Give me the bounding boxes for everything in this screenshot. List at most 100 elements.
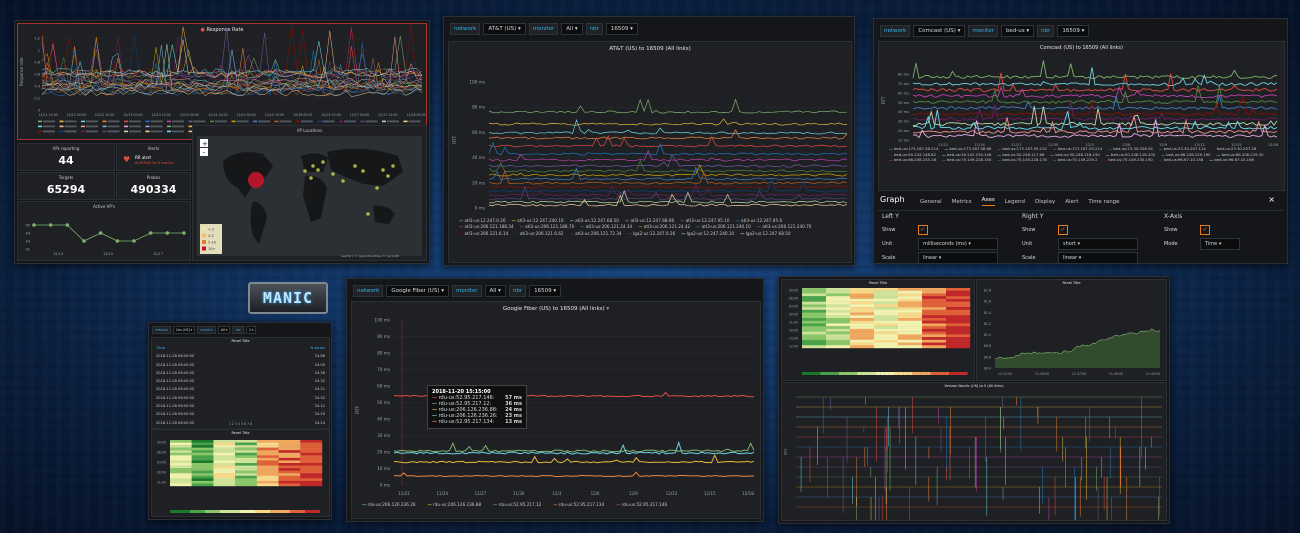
legend-item[interactable]: — bed-us:50.248.118.190 (1050, 152, 1099, 157)
legend-item[interactable]: — bed-us:23.30.207.26 (1212, 146, 1257, 151)
world-map[interactable]: + - < 2 2-5 5-10 10+ Leaflet | © OpenStreet… (193, 126, 426, 260)
legend-entry[interactable] (43, 120, 55, 123)
tab-legend[interactable]: Legend (1005, 199, 1025, 205)
legend-entry[interactable] (43, 130, 55, 133)
legend-item[interactable]: — atl3-us:206.121.188.34 (459, 224, 514, 229)
tab-display[interactable]: Display (1035, 199, 1055, 205)
vp-marker[interactable] (303, 169, 307, 173)
legend-entry[interactable] (64, 125, 77, 128)
tab-axes[interactable]: Axes (981, 197, 995, 206)
network-select[interactable]: Comcast (US) ▾ (913, 25, 966, 37)
alerts-panel[interactable]: Alerts ♥ RR alert ALERTING for 9 months (116, 143, 191, 171)
legend-entry[interactable] (150, 130, 163, 133)
legend-item[interactable]: — atl3-us:206.121.24.42 (638, 224, 690, 229)
legend-item[interactable]: — rdu-us:52.95.217.146 (616, 502, 673, 507)
legend-item[interactable]: — bed-us:50.242.150.146 (942, 152, 991, 157)
legend-item[interactable]: — atl3-us:12.247.68.66 (625, 218, 674, 223)
col-time[interactable]: Time (156, 346, 165, 353)
legend-item[interactable]: — bed-us:66.208.233.18 (889, 157, 936, 162)
nbr-select[interactable]: 16509 ▾ (605, 23, 638, 35)
vp-marker[interactable] (321, 160, 325, 164)
legend-item[interactable]: — bed-us:96.67.10.158 (1159, 157, 1204, 162)
legend-item[interactable]: — bed-us:173.167.58.214 (889, 146, 938, 151)
legend-entry[interactable] (365, 120, 378, 123)
legend-entry[interactable] (344, 120, 356, 123)
legend-entry[interactable] (322, 120, 335, 123)
network-select[interactable]: Google Fiber (US) ▾ (386, 285, 449, 297)
tab-time-range[interactable]: Time range (1088, 199, 1119, 205)
legend-item[interactable]: — atl3-us:206.121.72.34 (570, 231, 622, 236)
legend-item[interactable]: — rdu-us:206.126.236.26 (362, 502, 422, 507)
legend-entry[interactable] (129, 120, 141, 123)
legend-item[interactable]: — lga2-us:12.247.0.26 (628, 231, 676, 236)
monitor-select[interactable]: bed-us ▾ (1000, 25, 1035, 37)
right-y-scale-select[interactable]: linear ▾ (1058, 252, 1138, 263)
google-graph-panel[interactable]: Google Fiber (US) to 16509 (All links) ▾… (351, 301, 761, 519)
legend-entry[interactable] (86, 125, 98, 128)
legend-item[interactable]: — atl3-us:12.247.95.6 (736, 218, 783, 223)
legend-entry[interactable] (236, 120, 249, 123)
legend-item[interactable]: — atl3-us:206.121.188.70 (520, 224, 575, 229)
legend-entry[interactable] (258, 120, 270, 123)
legend-entry[interactable] (279, 120, 292, 123)
nbr-select[interactable]: 16509 ▾ (529, 285, 562, 297)
legend-item[interactable]: — rdu-us:52.95.217.12 (493, 502, 547, 507)
table-row[interactable]: 2018-11-28 06:00:00 24.86 (156, 354, 325, 363)
monitor-select[interactable]: All ▾ (484, 285, 506, 297)
table-row[interactable]: 2018-11-28 06:00:00 24.32 (156, 396, 325, 405)
legend-item[interactable]: — bed-us:50.242.148.62 (889, 152, 936, 157)
monitor-select[interactable]: All ▾ (561, 23, 583, 35)
legend-item[interactable]: — bed-us:23.30.206.34 (1108, 146, 1153, 151)
left-y-show-checkbox[interactable]: ✓ (918, 225, 928, 235)
table-row[interactable]: 2018-11-28 06:00:00 24.36 (156, 371, 325, 380)
vp-marker[interactable] (375, 186, 379, 190)
legend-entry[interactable] (193, 120, 206, 123)
legend-entry[interactable] (107, 125, 120, 128)
legend-item[interactable]: — atl3-us:206.121.24.34 (580, 224, 632, 229)
vp-marker[interactable] (316, 168, 320, 172)
legend-item[interactable]: — atl3-us:206.121.6.62 (514, 231, 563, 236)
legend-item[interactable]: — rdu-us:206.126.236.88 (428, 502, 488, 507)
tab-general[interactable]: General (920, 199, 942, 205)
legend-item[interactable]: — atl3-us:206.121.6.14 (459, 231, 508, 236)
legend-entry[interactable] (86, 130, 98, 133)
legend-item[interactable]: — bed-us:96.67.10.166 (1209, 157, 1254, 162)
nbr-select[interactable]: 16509 ▾ (1057, 25, 1090, 37)
network-select[interactable]: AT&T (US) ▾ (483, 23, 526, 35)
monitor-select[interactable]: All ▾ (217, 326, 231, 334)
vp-marker[interactable] (353, 164, 357, 168)
legend-item[interactable]: — bed-us:75.149.228.178 (997, 157, 1046, 162)
legend-entry[interactable] (129, 130, 141, 133)
legend-item[interactable]: — bed-us:23.30.207.114 (1159, 146, 1206, 151)
table-row[interactable]: 2018-11-28 06:00:00 24.12 (156, 404, 325, 413)
legend-item[interactable]: — atl3-us:12.247.240.10 (512, 218, 564, 223)
legend-entry[interactable] (172, 120, 184, 123)
legend-entry[interactable] (107, 130, 120, 133)
vp-marker[interactable] (391, 164, 395, 168)
legend-item[interactable]: — atl3-us:12.247.95.10 (680, 218, 729, 223)
vps-reporting-panel[interactable]: VPs reporting 44 (17, 143, 115, 171)
table-row[interactable]: 2018-11-28 06:00:00 24.32 (156, 379, 325, 388)
right-y-show-checkbox[interactable]: ✓ (1058, 225, 1068, 235)
table-pager[interactable]: 1 2 3 4 5 6 7 8 (152, 422, 329, 426)
zoom-in-button[interactable]: + (200, 139, 208, 148)
col-value[interactable]: N series (311, 346, 325, 353)
zoom-out-button[interactable]: - (200, 148, 208, 157)
table-row[interactable]: 2018-11-28 06:00:00 24.00 (156, 363, 325, 371)
left-y-scale-select[interactable]: linear ▾ (918, 252, 998, 263)
legend-item[interactable]: — bed-us:75.149.230.190 (1103, 157, 1152, 162)
legend-entry[interactable] (172, 130, 184, 133)
comcast-graph-panel[interactable]: Comcast (US) to 16509 (All links) RTT 80… (878, 41, 1285, 191)
legend-entry[interactable] (408, 120, 421, 123)
vp-locations-map[interactable]: VP Locations + - < 2 2-5 5-10 10+ Leaflet |… (192, 125, 427, 261)
right-y-unit-select[interactable]: short ▾ (1058, 238, 1138, 250)
legend-entry[interactable] (43, 125, 55, 128)
legend-item[interactable]: — bed-us:50.248.118.202 (1106, 152, 1155, 157)
legend-item[interactable]: — atl3-us:206.121.240.70 (757, 224, 812, 229)
legend-item[interactable]: — bed-us:75.149.228.150 (942, 157, 991, 162)
vp-marker[interactable] (361, 169, 365, 173)
vp-marker[interactable] (309, 176, 313, 180)
legend-entry[interactable] (129, 125, 141, 128)
legend-entry[interactable] (150, 125, 163, 128)
legend-item[interactable]: — bed-us:75.149.229.2 (1053, 157, 1098, 162)
